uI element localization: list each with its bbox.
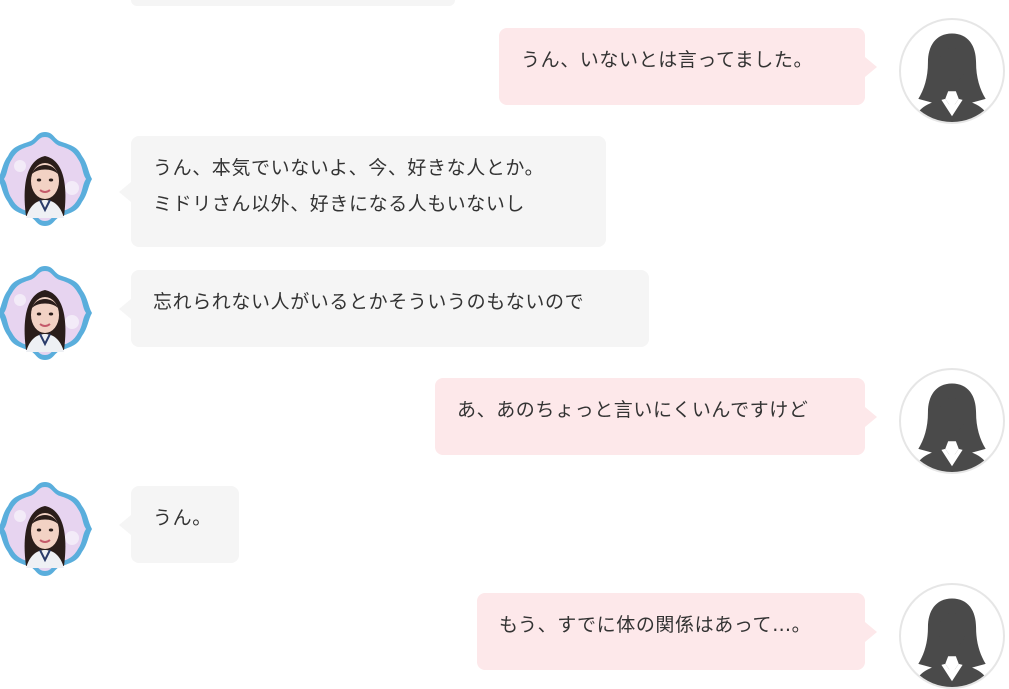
user-silhouette-icon: [914, 598, 990, 687]
agent-avatar[interactable]: [0, 126, 98, 232]
user-avatar[interactable]: [899, 368, 1005, 474]
message-text-line-1: うん、本気でいないよ、今、好きな人とか。: [153, 157, 545, 179]
chat-log: うん、いないとは言ってました。 うん、本気でいないよ、今、好きな人とか。 ミドリ…: [0, 0, 1009, 689]
user-avatar[interactable]: [899, 583, 1005, 689]
agent-portrait: [0, 479, 95, 579]
user-message-bubble: もう、すでに体の関係はあって…。: [477, 593, 877, 670]
agent-avatar[interactable]: [0, 476, 98, 582]
message-text-line-2: ミドリさん以外、好きになる人もいないし: [153, 193, 526, 215]
agent-message-bubble: うん。: [119, 486, 239, 563]
message-text: あ、あのちょっと言いにくいんですけど: [457, 399, 809, 421]
user-avatar[interactable]: [899, 18, 1005, 124]
agent-avatar[interactable]: [0, 260, 98, 366]
user-silhouette-icon: [914, 33, 990, 122]
message-text: うん、いないとは言ってました。: [521, 49, 814, 71]
agent-portrait: [0, 129, 95, 229]
agent-message-bubble: うん、本気でいないよ、今、好きな人とか。 ミドリさん以外、好きになる人もいないし: [119, 136, 606, 247]
user-message-bubble: あ、あのちょっと言いにくいんですけど: [435, 378, 877, 455]
user-silhouette-icon: [914, 383, 990, 472]
agent-message-bubble: 忘れられない人がいるとかそういうのもないので: [119, 270, 649, 347]
message-text: もう、すでに体の関係はあって…。: [499, 614, 812, 636]
agent-portrait: [0, 263, 95, 363]
user-message-bubble: うん、いないとは言ってました。: [499, 28, 877, 105]
previous-message-bubble: [131, 0, 455, 6]
message-text: 忘れられない人がいるとかそういうのもないので: [153, 291, 585, 313]
message-text: うん。: [153, 507, 212, 529]
